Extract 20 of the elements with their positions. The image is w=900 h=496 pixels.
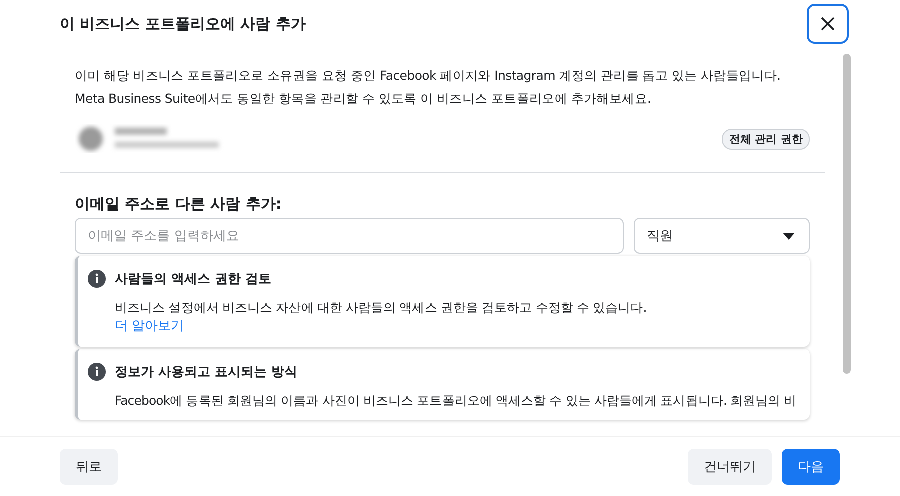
- back-button[interactable]: 뒤로: [60, 448, 118, 484]
- role-select[interactable]: 직원: [634, 218, 810, 254]
- section-heading: 이메일 주소로 다른 사람 추가:: [75, 195, 283, 214]
- caret-icon: [783, 232, 795, 240]
- dialog-title: 이 비즈니스 포트폴리오에 사람 추가: [60, 14, 306, 34]
- next-button[interactable]: 다음: [782, 448, 840, 484]
- scrollbar-thumb[interactable]: [843, 54, 851, 374]
- info-icon: [88, 363, 106, 381]
- notice-title: 사람들의 액세스 권한 검토: [115, 271, 272, 288]
- notice-text: 비즈니스 설정에서 비즈니스 자산에 대한 사람들의 액세스 권한을 검토하고 수정할 수 있습니다.: [115, 299, 647, 317]
- notice-text: Facebook에 등록된 회원님의 이름과 사진이 비즈니스 포트폴리오에 액세스할 수 있는 사람들에게 표시됩니다. 회원님의 비: [115, 392, 797, 410]
- notice-title: 정보가 사용되고 표시되는 방식: [115, 364, 298, 381]
- info-icon: [88, 270, 106, 288]
- intro-text: 이미 해당 비즈니스 포트폴리오로 소유권을 요청 중인 Facebook 페이지와 Instagram 계정의 관리를 돕고 있는 사람들입니다. Meta Business Suite에서도 동일한 항목을 관리할 수 있도록 이 비즈니스 포트폴리오에 추가해보세요.: [75, 67, 782, 108]
- access-badge: 전체 관리 권한: [722, 128, 810, 150]
- learn-more-link[interactable]: 더 알아보기: [115, 317, 806, 337]
- close-icon: [821, 17, 835, 31]
- skip-button[interactable]: 건너뛰기: [688, 448, 772, 484]
- close-button[interactable]: [807, 4, 849, 44]
- email-field[interactable]: 이메일 주소를 입력하세요: [75, 218, 624, 254]
